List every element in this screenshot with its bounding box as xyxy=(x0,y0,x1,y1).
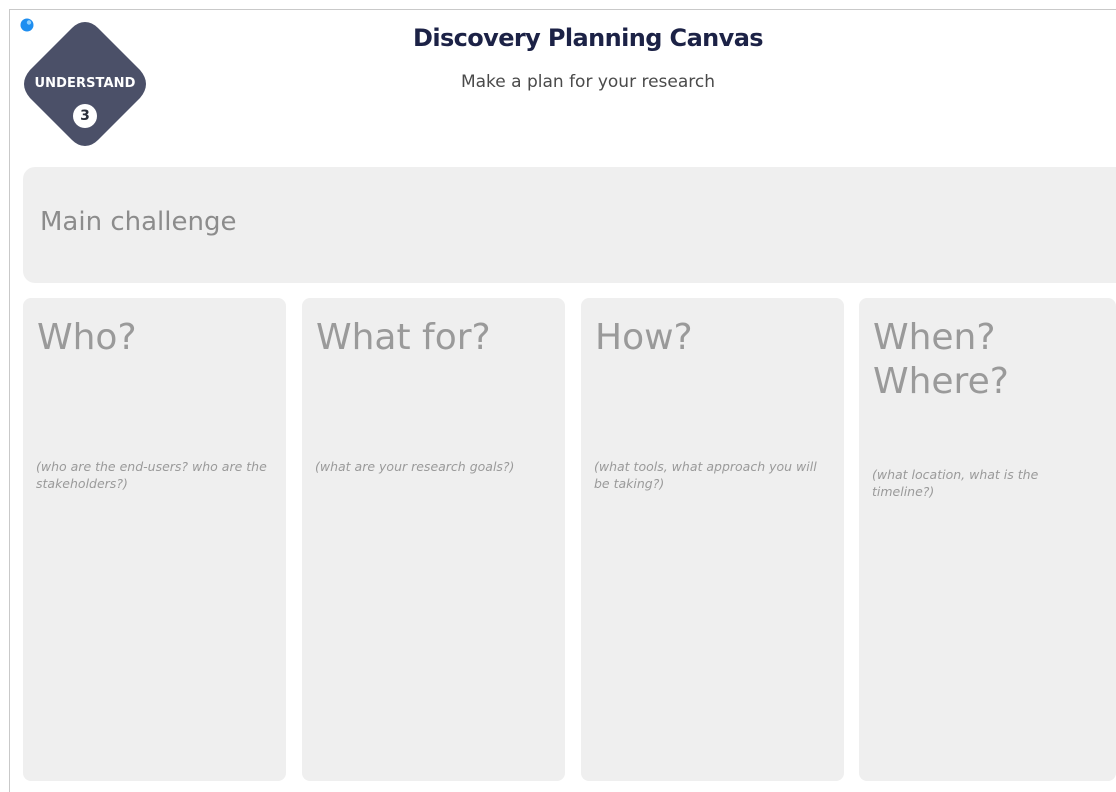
canvas-border-left xyxy=(9,9,10,792)
canvas-border-top xyxy=(9,9,1116,10)
column-when-where[interactable]: When? Where? (what location, what is the… xyxy=(859,298,1116,781)
marker-dot-icon xyxy=(20,18,34,32)
page-title: Discovery Planning Canvas xyxy=(413,24,764,52)
column-heading: What for? xyxy=(316,317,491,358)
column-what-for[interactable]: What for? (what are your research goals?… xyxy=(302,298,565,781)
column-hint: (what location, what is the timeline?) xyxy=(872,467,1039,499)
column-hint: (what tools, what approach you will be t… xyxy=(594,459,817,491)
stage-badge: UNDERSTAND 3 xyxy=(20,18,150,150)
main-challenge-panel[interactable]: Main challenge xyxy=(23,167,1116,283)
badge-label: UNDERSTAND xyxy=(34,76,136,91)
column-how[interactable]: How? (what tools, what approach you will… xyxy=(581,298,844,781)
column-heading: When? Where? xyxy=(873,317,1009,402)
column-hint: (who are the end-users? who are the stak… xyxy=(36,459,267,491)
column-heading: Who? xyxy=(37,317,137,358)
main-challenge-label: Main challenge xyxy=(40,207,237,237)
badge-number: 3 xyxy=(73,104,97,128)
page-subtitle: Make a plan for your research xyxy=(460,72,716,92)
column-heading: How? xyxy=(595,317,693,358)
column-who[interactable]: Who? (who are the end-users? who are the… xyxy=(23,298,286,781)
column-hint: (what are your research goals?) xyxy=(315,459,515,474)
